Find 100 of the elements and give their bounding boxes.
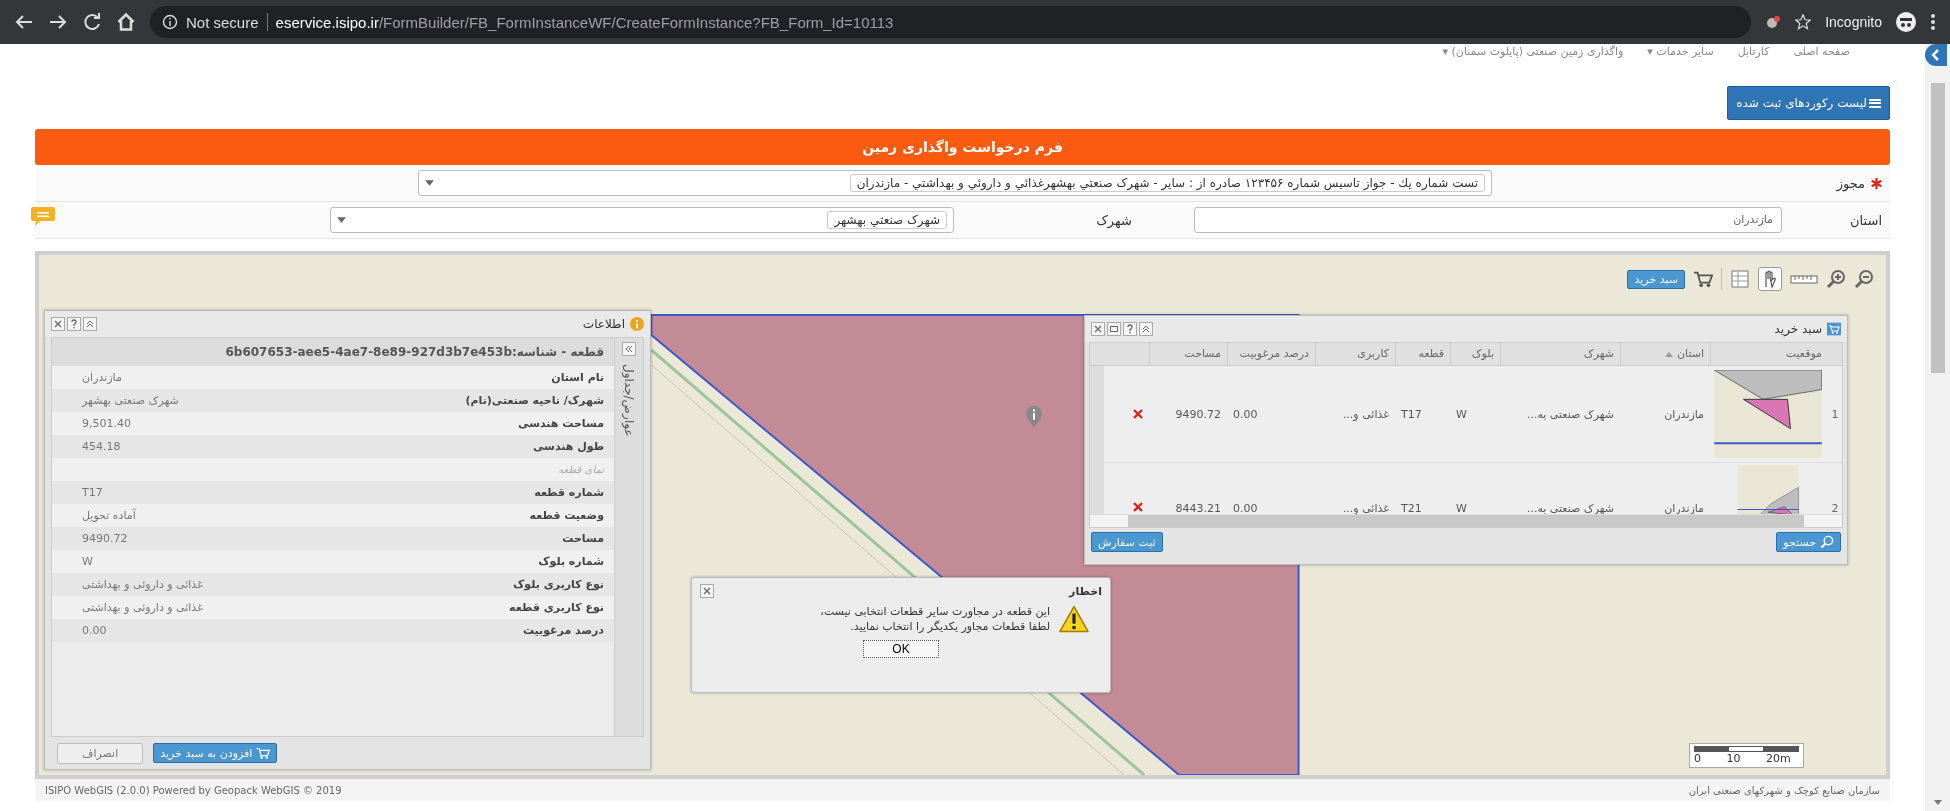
star-icon[interactable] [1795,14,1812,30]
cancel-button[interactable]: انصراف [57,742,144,764]
warning-icon [1058,605,1090,633]
scrollbar-thumb[interactable] [1127,515,1805,527]
column-header[interactable]: استان [1620,343,1710,365]
column-header[interactable]: مساحت [1149,343,1227,365]
page-scrollbar[interactable] [1925,44,1950,811]
ok-button[interactable]: OK [863,640,939,658]
warning-message: این قطعه در مجاورت سایر قطعات انتخابی نیست، لطفا قطعات مجاور یکدیگر را انتخاب نمایید. [819,604,1050,634]
close-icon[interactable] [1091,322,1105,336]
attribute-value: 9490.72 [81,532,129,545]
search-icon [1820,535,1834,549]
home-icon[interactable] [116,12,136,32]
url-text: eservice.isipo.ir/FormBuilder/FB_FormInstanceWF/CreateFormInstance?FB_Form_Id=10113 [275,13,894,31]
nav-menu-item[interactable]: واگذاری زمین صنعتی (پایلوت سمنان) ▾ [1442,44,1624,60]
attribute-label: مساحت هندسی [517,417,604,430]
caret-icon [425,180,434,186]
info-icon [630,317,644,331]
scrollbar-thumb[interactable] [1930,83,1945,373]
table-cell-text: 9490.72 [1174,407,1222,421]
table-cell-text: 0.00 [1232,407,1259,421]
records-list-button[interactable]: لیست رکوردهای ثبت شده [1727,86,1890,120]
table-cell-text: 0.00 [1232,502,1259,514]
incognito-icon[interactable] [1896,12,1916,32]
scroll-down-icon[interactable] [1933,800,1942,805]
attribute-label: شماره قطعه [533,486,604,499]
field-label: شهرک [1096,212,1132,228]
column-header[interactable]: موقعیت [1710,343,1828,365]
window-title: اطلاعات [582,317,625,331]
zoom-out-icon[interactable] [1854,269,1874,289]
cart-icon [1827,322,1841,336]
close-icon[interactable] [51,317,65,331]
column-header[interactable]: بلوک [1450,343,1500,365]
attribute-label: نام استان [550,371,604,384]
section-label: نمای قطعه [558,464,604,475]
attribute-value: T17 [81,486,104,499]
column-header[interactable]: کاربری [1315,343,1395,365]
info-icon [162,14,178,30]
province-input[interactable]: مازندران [1194,207,1782,233]
table-cell-text: W [1455,502,1468,514]
table-cell-text: T21 [1400,502,1423,514]
attribute-label: مساحت [561,532,604,545]
cart-button[interactable]: سبد خرید [1627,269,1685,289]
collapse-icon[interactable] [83,317,97,331]
column-header[interactable]: شهرک [1500,343,1620,365]
table-cell-text: 8443.21 [1174,502,1222,514]
delete-icon[interactable] [1133,408,1143,419]
add-to-cart-button[interactable]: افزودن به سبد خرید [153,743,278,763]
expand-icon[interactable] [622,342,636,356]
attribute-value: آماده تحویل [81,509,137,522]
ruler-icon[interactable] [1790,272,1818,286]
collapse-icon[interactable] [1139,322,1153,336]
column-header[interactable]: درصد مرغوبیت [1227,343,1315,365]
map-marker-icon[interactable] [1024,405,1044,429]
row-number: 2 [1830,502,1840,514]
scale-label: 0 10 20m [1694,752,1792,765]
attribute-value: 0.00 [81,624,108,637]
nav-menu-item[interactable]: کارتابل [1737,44,1770,60]
close-icon[interactable] [700,584,714,598]
zoom-in-icon[interactable] [1826,269,1846,289]
attribute-value: غذائی و داروئی و بهداشتی [81,601,204,614]
side-tab[interactable]: عوارض/جداول [614,338,643,736]
field-label: استان [1850,212,1882,228]
address-bar[interactable]: Not secure eservice.isipo.ir/FormBuilder/FB_FormInstanceWF/CreateFormInstance?FB_Form_Id=10113 [150,6,1752,38]
pan-hand-button[interactable] [1758,267,1782,291]
reload-icon[interactable] [82,12,102,32]
attribute-label: شماره بلوک [537,555,604,568]
nav-menu-item[interactable]: سایر خدمات ▾ [1647,44,1714,60]
submit-order-button[interactable]: ثبت سفارش [1091,532,1163,552]
attribute-value: شهرک صنعتی بهشهر [80,394,180,407]
maximize-icon[interactable] [1107,322,1121,336]
attribute-label: شهرک/ ناحیه صنعتی(نام) [464,394,604,407]
help-icon[interactable] [67,317,81,331]
dialog-title: اخطار [1069,584,1102,598]
town-select[interactable]: شهرک صنعتي بهشهر [330,207,954,233]
cart-icon[interactable] [1693,269,1713,289]
search-button[interactable]: جستجو [1776,532,1841,552]
column-header[interactable]: قطعه [1395,343,1450,365]
nav-menu-item[interactable]: صفحه اصلی [1793,44,1850,60]
form-title: فرم درخواست واگذاری زمین [35,129,1890,165]
cookie-icon[interactable] [1765,14,1782,30]
menu-icon[interactable] [1930,12,1936,32]
table-cell-text: مازندران [1663,407,1705,421]
parcel-id-header: قطعه - شناسه:6b607653-aee5-4ae7-8e89-927d3b7e453b [52,338,614,366]
copyright-text: سازمان صنایع کوچک و شهرکهای صنعتی ایران [1688,784,1880,796]
profile-label[interactable]: Incognito [1825,14,1882,30]
delete-icon[interactable] [1133,502,1143,512]
horizontal-scrollbar[interactable] [1090,514,1842,527]
version-text: ISIPO WebGIS (2.0.0) Powered by Geopack WebGIS © 2019 [45,784,342,796]
help-icon[interactable] [1123,322,1137,336]
attribute-label: طول هندسی [531,440,604,453]
back-arrow-button[interactable] [1925,44,1947,66]
table-cell-text: غذائی و... [1341,502,1390,514]
table-cell-text: مازندران [1663,502,1705,514]
attribute-label: نوع کاربری قطعه [508,601,604,614]
attribute-label: نوع کاربری بلوک [512,578,604,591]
table-cell-text: غذائی و... [1341,407,1390,421]
cart-icon [256,746,271,760]
license-select[interactable]: تست شماره يك - جواز تاسيس شماره ۱۲۳۴۵۶ صادره از : ساير - شهرک صنعتي بهشهرغذائي و داروئي و بهداشتي - مازندران [418,170,1492,196]
attribute-label: درصد مرغوبیت [521,624,604,637]
